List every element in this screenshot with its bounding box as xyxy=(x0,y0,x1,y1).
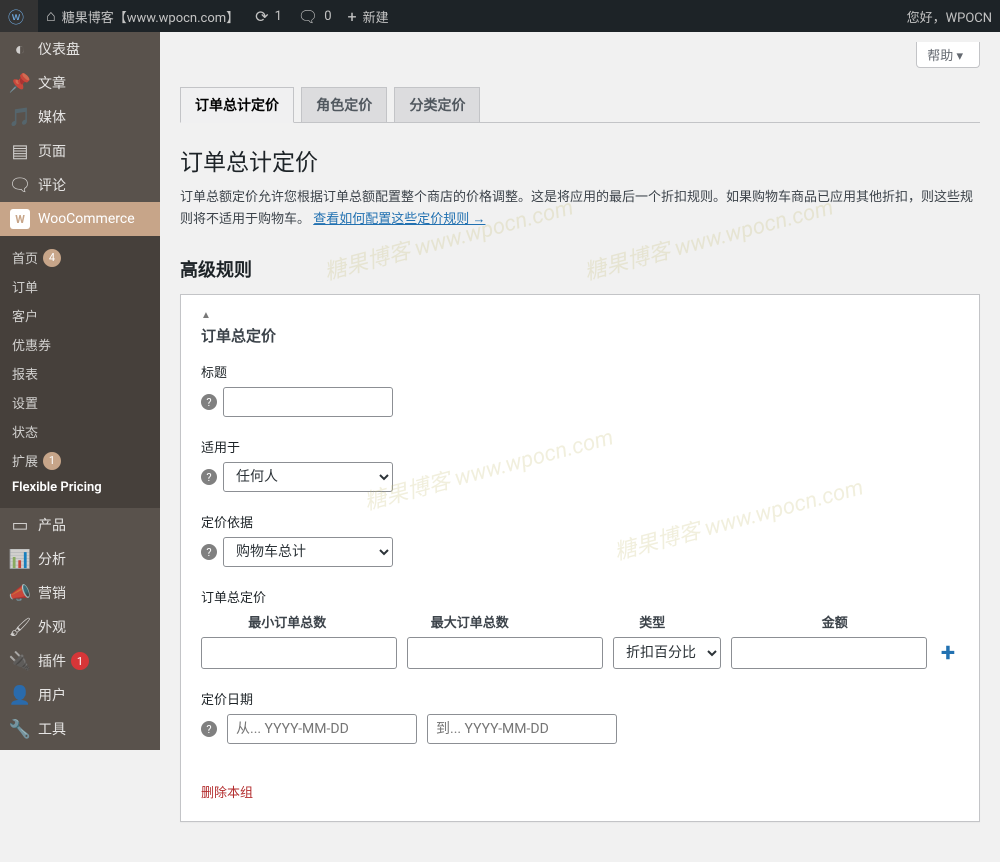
wordpress-icon: ⓦ xyxy=(8,4,24,28)
submenu-settings[interactable]: 设置 xyxy=(0,388,160,417)
label-date: 定价日期 xyxy=(201,689,959,708)
admin-toolbar: ⓦ ⌂糖果博客【www.wpocn.com】 ⟳1 🗨0 +新建 您好，WPOC… xyxy=(0,0,1000,32)
add-row-button[interactable]: + xyxy=(937,639,959,667)
page-title: 订单总计定价 xyxy=(180,143,980,177)
chat-icon: 🗨 xyxy=(10,175,30,195)
delete-group-link[interactable]: 删除本组 xyxy=(201,782,253,801)
refresh-icon: ⟳ xyxy=(255,7,268,26)
tab-category-pricing[interactable]: 分类定价 xyxy=(394,87,480,123)
pin-icon: 📌 xyxy=(10,73,30,93)
col-type: 类型 xyxy=(566,612,739,631)
date-from-input[interactable] xyxy=(227,714,417,744)
admin-menu: ◐仪表盘 📌文章 🎵媒体 ▤页面 🗨评论 WWooCommerce 首页4 订单… xyxy=(0,32,160,746)
help-icon[interactable]: ? xyxy=(201,469,217,485)
tab-role-pricing[interactable]: 角色定价 xyxy=(301,87,387,123)
min-input[interactable] xyxy=(201,637,397,669)
home-icon: ⌂ xyxy=(46,6,56,26)
title-input[interactable] xyxy=(223,387,393,417)
collapse-toggle[interactable]: ▲ xyxy=(201,310,959,321)
plus-icon: + xyxy=(348,7,357,26)
submenu-status[interactable]: 状态 xyxy=(0,417,160,446)
menu-tools[interactable]: 🔧工具 xyxy=(0,712,160,746)
submenu-customers[interactable]: 客户 xyxy=(0,301,160,330)
my-account[interactable]: 您好，WPOCN xyxy=(899,0,1000,32)
max-input[interactable] xyxy=(407,637,603,669)
type-select[interactable]: 折扣百分比 xyxy=(613,637,721,669)
updates-link[interactable]: ⟳1 xyxy=(247,0,290,32)
submenu-flexible-pricing[interactable]: Flexible Pricing xyxy=(0,475,160,500)
menu-woocommerce[interactable]: WWooCommerce xyxy=(0,202,160,236)
plug-icon: 🔌 xyxy=(10,651,30,671)
col-amount: 金额 xyxy=(749,612,922,631)
comments-count: 0 xyxy=(324,9,331,24)
menu-media[interactable]: 🎵媒体 xyxy=(0,100,160,134)
page-icon: ▤ xyxy=(10,141,30,161)
label-title: 标题 xyxy=(201,362,959,381)
applies-select[interactable]: 任何人 xyxy=(223,462,393,492)
tabs: 订单总计定价 角色定价 分类定价 xyxy=(180,78,980,123)
comments-link[interactable]: 🗨0 xyxy=(290,0,340,32)
chart-icon: 📊 xyxy=(10,549,30,569)
help-icon[interactable]: ? xyxy=(201,394,217,410)
dashboard-icon: ◐ xyxy=(10,39,30,59)
help-icon[interactable]: ? xyxy=(201,544,217,560)
wrench-icon: 🔧 xyxy=(10,719,30,739)
col-max: 最大订单总数 xyxy=(384,612,557,631)
media-icon: 🎵 xyxy=(10,107,30,127)
menu-users[interactable]: 👤用户 xyxy=(0,678,160,712)
date-to-input[interactable] xyxy=(427,714,617,744)
help-button[interactable]: 帮助 ▾ xyxy=(916,42,980,68)
user-icon: 👤 xyxy=(10,685,30,705)
label-based: 定价依据 xyxy=(201,512,959,531)
woo-icon: W xyxy=(10,209,30,229)
brush-icon: 🖌 xyxy=(10,617,30,637)
doc-link[interactable]: 查看如何配置这些定价规则 → xyxy=(313,212,485,227)
menu-marketing[interactable]: 📣营销 xyxy=(0,576,160,610)
greeting: 您好，WPOCN xyxy=(907,7,992,26)
plugins-badge: 1 xyxy=(71,652,89,670)
menu-plugins[interactable]: 🔌插件1 xyxy=(0,644,160,678)
megaphone-icon: 📣 xyxy=(10,583,30,603)
menu-dashboard[interactable]: ◐仪表盘 xyxy=(0,32,160,66)
col-min: 最小订单总数 xyxy=(201,612,374,631)
menu-analytics[interactable]: 📊分析 xyxy=(0,542,160,576)
submenu-coupons[interactable]: 优惠券 xyxy=(0,330,160,359)
menu-posts[interactable]: 📌文章 xyxy=(0,66,160,100)
site-title: 糖果博客【www.wpocn.com】 xyxy=(62,7,239,26)
based-select[interactable]: 购物车总计 xyxy=(223,537,393,567)
pricing-group-box: ▲ 订单总定价 标题 ? 适用于 ? 任何人 xyxy=(180,294,980,822)
home-badge: 4 xyxy=(43,249,61,267)
submenu-reports[interactable]: 报表 xyxy=(0,359,160,388)
ext-badge: 1 xyxy=(43,452,61,470)
site-link[interactable]: ⌂ 糖果博客【www.wpocn.com】 xyxy=(38,0,247,32)
tab-order-total[interactable]: 订单总计定价 xyxy=(180,87,294,123)
comment-icon: 🗨 xyxy=(298,7,318,26)
menu-pages[interactable]: ▤页面 xyxy=(0,134,160,168)
box-title: 订单总定价 xyxy=(201,325,959,346)
archive-icon: ▭ xyxy=(10,515,30,535)
totals-heading: 订单总定价 xyxy=(201,587,959,606)
section-advanced-rules: 高级规则 xyxy=(180,256,980,282)
submenu-extensions[interactable]: 扩展1 xyxy=(0,446,160,475)
menu-appearance[interactable]: 🖌外观 xyxy=(0,610,160,644)
menu-comments[interactable]: 🗨评论 xyxy=(0,168,160,202)
submenu-orders[interactable]: 订单 xyxy=(0,272,160,301)
new-content[interactable]: + 新建 xyxy=(340,0,397,32)
amount-input[interactable] xyxy=(731,637,927,669)
page-description: 订单总额定价允许您根据订单总额配置整个商店的价格调整。这是将应用的最后一个折扣规… xyxy=(180,187,980,231)
updates-count: 1 xyxy=(275,9,282,24)
submenu-home[interactable]: 首页4 xyxy=(0,243,160,272)
menu-products[interactable]: ▭产品 xyxy=(0,508,160,542)
help-icon[interactable]: ? xyxy=(201,721,217,737)
new-label: 新建 xyxy=(363,7,389,26)
label-applies: 适用于 xyxy=(201,437,959,456)
wp-logo[interactable]: ⓦ xyxy=(0,0,38,32)
